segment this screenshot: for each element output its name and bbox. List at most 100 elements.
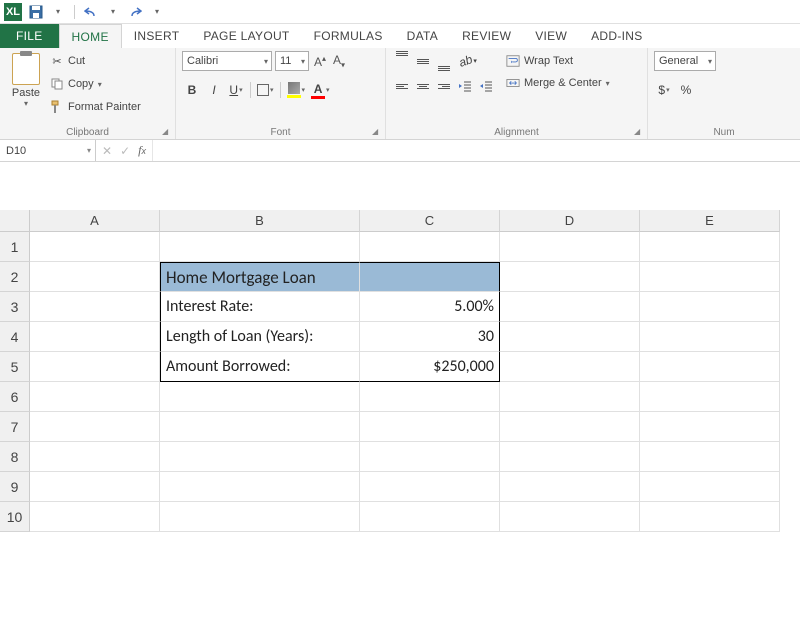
cell-b5[interactable]: Amount Borrowed: bbox=[160, 352, 360, 382]
cell-a5[interactable] bbox=[30, 352, 160, 382]
font-name-combo[interactable]: Calibri bbox=[182, 51, 272, 71]
cell-b1[interactable] bbox=[160, 232, 360, 262]
border-button[interactable] bbox=[255, 80, 276, 100]
name-box[interactable]: D10 bbox=[0, 140, 96, 161]
cell-e6[interactable] bbox=[640, 382, 780, 412]
row-header-8[interactable]: 8 bbox=[0, 442, 30, 472]
cell-d9[interactable] bbox=[500, 472, 640, 502]
cell-a2[interactable] bbox=[30, 262, 160, 292]
undo-icon[interactable] bbox=[83, 4, 99, 20]
row-header-7[interactable]: 7 bbox=[0, 412, 30, 442]
col-header-a[interactable]: A bbox=[30, 210, 160, 232]
cell-b4[interactable]: Length of Loan (Years): bbox=[160, 322, 360, 352]
fx-icon[interactable]: fx bbox=[138, 143, 146, 158]
tab-formulas[interactable]: FORMULAS bbox=[302, 24, 395, 48]
cell-c7[interactable] bbox=[360, 412, 500, 442]
row-header-2[interactable]: 2 bbox=[0, 262, 30, 292]
cell-b9[interactable] bbox=[160, 472, 360, 502]
clipboard-dialog-launcher-icon[interactable]: ◢ bbox=[162, 127, 172, 137]
cut-button[interactable]: ✂ Cut bbox=[50, 51, 141, 71]
row-header-9[interactable]: 9 bbox=[0, 472, 30, 502]
cell-b3[interactable]: Interest Rate: bbox=[160, 292, 360, 322]
cell-b6[interactable] bbox=[160, 382, 360, 412]
italic-button[interactable]: I bbox=[204, 80, 224, 100]
cell-a7[interactable] bbox=[30, 412, 160, 442]
decrease-indent-button[interactable] bbox=[455, 76, 475, 96]
cell-c8[interactable] bbox=[360, 442, 500, 472]
select-all-corner[interactable] bbox=[0, 210, 30, 232]
align-bottom-button[interactable] bbox=[434, 51, 454, 71]
cell-d4[interactable] bbox=[500, 322, 640, 352]
cell-d5[interactable] bbox=[500, 352, 640, 382]
alignment-dialog-launcher-icon[interactable]: ◢ bbox=[634, 127, 644, 137]
cell-a3[interactable] bbox=[30, 292, 160, 322]
cell-a4[interactable] bbox=[30, 322, 160, 352]
copy-button[interactable]: Copy ▾ bbox=[50, 74, 141, 94]
cell-d3[interactable] bbox=[500, 292, 640, 322]
row-header-6[interactable]: 6 bbox=[0, 382, 30, 412]
cell-a1[interactable] bbox=[30, 232, 160, 262]
cell-b2[interactable]: Home Mortgage Loan bbox=[160, 262, 360, 292]
cell-d6[interactable] bbox=[500, 382, 640, 412]
tab-home[interactable]: HOME bbox=[59, 24, 122, 48]
cell-c4[interactable]: 30 bbox=[360, 322, 500, 352]
merge-center-button[interactable]: Merge & Center ▾ bbox=[506, 73, 610, 93]
paste-dropdown-icon[interactable]: ▾ bbox=[24, 99, 28, 108]
tab-review[interactable]: REVIEW bbox=[450, 24, 523, 48]
cell-b8[interactable] bbox=[160, 442, 360, 472]
cell-a9[interactable] bbox=[30, 472, 160, 502]
cell-c9[interactable] bbox=[360, 472, 500, 502]
qat-dropdown-icon[interactable]: ▾ bbox=[50, 4, 66, 20]
formula-input[interactable] bbox=[153, 140, 800, 161]
cell-e4[interactable] bbox=[640, 322, 780, 352]
cell-b7[interactable] bbox=[160, 412, 360, 442]
cell-e7[interactable] bbox=[640, 412, 780, 442]
col-header-b[interactable]: B bbox=[160, 210, 360, 232]
format-painter-button[interactable]: Format Painter bbox=[50, 97, 141, 117]
copy-dropdown-icon[interactable]: ▾ bbox=[98, 80, 102, 89]
cell-e5[interactable] bbox=[640, 352, 780, 382]
increase-font-icon[interactable]: A▴ bbox=[312, 54, 328, 69]
cell-a10[interactable] bbox=[30, 502, 160, 532]
row-header-4[interactable]: 4 bbox=[0, 322, 30, 352]
cell-c10[interactable] bbox=[360, 502, 500, 532]
cell-a6[interactable] bbox=[30, 382, 160, 412]
underline-button[interactable]: U bbox=[226, 80, 246, 100]
tab-data[interactable]: DATA bbox=[395, 24, 450, 48]
percent-format-button[interactable]: % bbox=[676, 80, 696, 100]
cell-e8[interactable] bbox=[640, 442, 780, 472]
row-header-5[interactable]: 5 bbox=[0, 352, 30, 382]
orientation-button[interactable]: ab▾ bbox=[455, 51, 481, 71]
increase-indent-button[interactable] bbox=[476, 76, 496, 96]
cell-c2[interactable] bbox=[360, 262, 500, 292]
cell-c5[interactable]: $250,000 bbox=[360, 352, 500, 382]
paste-button[interactable]: Paste ▾ bbox=[6, 51, 46, 108]
cancel-formula-icon[interactable]: ✕ bbox=[102, 144, 112, 158]
cell-e1[interactable] bbox=[640, 232, 780, 262]
font-dialog-launcher-icon[interactable]: ◢ bbox=[372, 127, 382, 137]
bold-button[interactable]: B bbox=[182, 80, 202, 100]
cell-b10[interactable] bbox=[160, 502, 360, 532]
tab-insert[interactable]: INSERT bbox=[122, 24, 192, 48]
col-header-c[interactable]: C bbox=[360, 210, 500, 232]
cell-d2[interactable] bbox=[500, 262, 640, 292]
align-left-button[interactable] bbox=[392, 76, 412, 96]
align-top-button[interactable] bbox=[392, 51, 412, 71]
row-header-1[interactable]: 1 bbox=[0, 232, 30, 262]
cell-e2[interactable] bbox=[640, 262, 780, 292]
accounting-format-button[interactable]: $ bbox=[654, 80, 674, 100]
cell-e9[interactable] bbox=[640, 472, 780, 502]
row-header-3[interactable]: 3 bbox=[0, 292, 30, 322]
number-format-combo[interactable]: General bbox=[654, 51, 716, 71]
align-right-button[interactable] bbox=[434, 76, 454, 96]
col-header-e[interactable]: E bbox=[640, 210, 780, 232]
align-center-button[interactable] bbox=[413, 76, 433, 96]
tab-add-ins[interactable]: ADD-INS bbox=[579, 24, 654, 48]
row-header-10[interactable]: 10 bbox=[0, 502, 30, 532]
cell-d7[interactable] bbox=[500, 412, 640, 442]
qat-customize-icon[interactable]: ▾ bbox=[149, 4, 165, 20]
cell-d8[interactable] bbox=[500, 442, 640, 472]
redo-icon[interactable] bbox=[127, 4, 143, 20]
cell-c3[interactable]: 5.00% bbox=[360, 292, 500, 322]
align-middle-button[interactable] bbox=[413, 51, 433, 71]
